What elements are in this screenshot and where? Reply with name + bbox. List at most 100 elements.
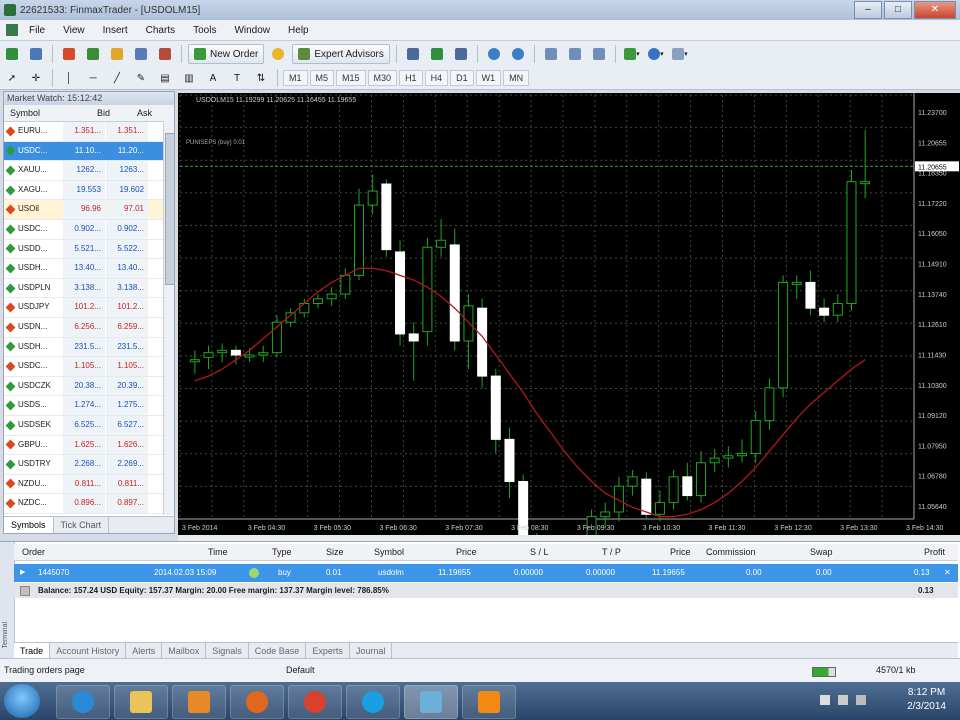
tab-alerts[interactable]: Alerts	[126, 643, 163, 659]
market-watch-row[interactable]: USDC... 1.105... 1.105...	[4, 357, 174, 377]
col-swap[interactable]: Swap	[810, 544, 833, 560]
tab-journal[interactable]: Journal	[350, 643, 393, 659]
timeframe-h1[interactable]: H1	[399, 70, 423, 86]
arrows-tool[interactable]: ⇅	[251, 68, 271, 88]
market-watch-row[interactable]: NZDC... 0.896... 0.897...	[4, 494, 174, 514]
taskbar-skype[interactable]	[346, 685, 400, 719]
clock[interactable]: 8:12 PM 2/3/2014	[907, 686, 946, 714]
maximize-button[interactable]: □	[884, 1, 912, 19]
label-tool[interactable]: T	[227, 68, 247, 88]
chart-shift-button[interactable]	[565, 44, 585, 64]
profiles-button[interactable]	[26, 44, 46, 64]
market-watch-row[interactable]: USDC... 0.902... 0.902...	[4, 219, 174, 240]
chart-canvas[interactable]: 11.2370011.2065511.1835011.1722011.16050…	[178, 93, 960, 535]
menu-tools[interactable]: Tools	[184, 25, 225, 36]
order-row[interactable]: ▶ 1445070 2014.02.03 15:09 buy 0.01 usdo…	[14, 564, 958, 582]
market-watch-row[interactable]: USDTRY 2.268... 2.269...	[4, 455, 174, 475]
minimize-button[interactable]: –	[854, 1, 882, 19]
market-watch-row[interactable]: USDSEK 6.525... 6.527...	[4, 415, 174, 436]
timeframe-d1[interactable]: D1	[450, 70, 474, 86]
tab-mailbox[interactable]: Mailbox	[162, 643, 207, 659]
zoom-in-button[interactable]	[484, 44, 504, 64]
market-watch-row[interactable]: EURU... 1.351... 1.351...	[4, 122, 174, 142]
col-profit[interactable]: Profit	[924, 544, 945, 560]
channel-tool[interactable]: ▤	[155, 68, 175, 88]
vertical-line-tool[interactable]: │	[59, 68, 79, 88]
taskbar-media[interactable]	[172, 685, 226, 719]
scrollbar-thumb[interactable]	[165, 133, 175, 285]
market-watch-row[interactable]: XAUU... 1262... 1263...	[4, 161, 174, 181]
tab-code-base[interactable]: Code Base	[249, 643, 307, 659]
col-price2[interactable]: Price	[670, 544, 691, 560]
tab-experts[interactable]: Experts	[306, 643, 350, 659]
market-watch-row[interactable]: USDD... 5.521... 5.522...	[4, 239, 174, 260]
horizontal-line-tool[interactable]: ─	[83, 68, 103, 88]
indicators-button[interactable]: ▾	[622, 44, 642, 64]
expert-advisors-button[interactable]: Expert Advisors	[292, 44, 390, 64]
tile-windows-button[interactable]	[541, 44, 561, 64]
meta-editor-button[interactable]	[268, 44, 288, 64]
tray-network-icon[interactable]	[838, 695, 848, 705]
taskbar-chrome[interactable]	[288, 685, 342, 719]
start-button[interactable]	[4, 684, 40, 718]
fibonacci-tool[interactable]: ▥	[179, 68, 199, 88]
market-watch-row[interactable]: NZDU... 0.811... 0.811...	[4, 474, 174, 495]
timeframe-w1[interactable]: W1	[475, 70, 502, 86]
col-price[interactable]: Price	[456, 544, 477, 560]
text-tool[interactable]: A	[203, 68, 223, 88]
tab-symbols[interactable]: Symbols	[4, 517, 54, 533]
col-time[interactable]: Time	[208, 544, 228, 560]
col-symbol[interactable]: Symbol	[374, 544, 404, 560]
crosshair-tool[interactable]: ✛	[26, 68, 46, 88]
price-chart[interactable]: 11.23700 11.20655 11.18350 11.17220 11.16050…	[178, 93, 960, 535]
bid-header[interactable]: Bid	[68, 105, 110, 121]
market-watch-button[interactable]	[59, 44, 79, 64]
auto-scroll-button[interactable]	[589, 44, 609, 64]
timeframe-m5[interactable]: M5	[309, 70, 335, 86]
terminal-side-handle[interactable]: Terminal	[0, 542, 15, 659]
menu-insert[interactable]: Insert	[94, 25, 137, 36]
market-watch-row[interactable]: USDPLN 3.138... 3.138...	[4, 278, 174, 299]
market-watch-row[interactable]: USDC... 11.10... 11.20...	[4, 141, 174, 162]
close-order-icon[interactable]: ✕	[944, 564, 951, 582]
navigator-button[interactable]	[107, 44, 127, 64]
periods-button[interactable]: ▾	[646, 44, 666, 64]
taskbar-firefox[interactable]	[230, 685, 284, 719]
market-watch-row[interactable]: USDCZK 20.38... 20.39...	[4, 376, 174, 397]
market-watch-row[interactable]: USDH... 13.40... 13.40...	[4, 259, 174, 279]
symbol-header[interactable]: Symbol	[4, 105, 68, 121]
line-chart-button[interactable]	[451, 44, 471, 64]
market-watch-row[interactable]: USDN... 6.256... 6.259...	[4, 317, 174, 338]
menu-charts[interactable]: Charts	[137, 25, 184, 36]
new-order-button[interactable]: New Order	[188, 44, 265, 64]
timeframe-m15[interactable]: M15	[336, 70, 366, 86]
terminal-button[interactable]	[131, 44, 151, 64]
timeframe-mn[interactable]: MN	[503, 70, 530, 86]
menu-help[interactable]: Help	[279, 25, 318, 36]
ask-header[interactable]: Ask	[110, 105, 152, 121]
tray-flag-icon[interactable]	[820, 695, 830, 705]
templates-button[interactable]: ▾	[670, 44, 690, 64]
market-watch-row[interactable]: USDJPY 101.2... 101.2...	[4, 298, 174, 318]
taskbar-ie[interactable]	[56, 685, 110, 719]
market-watch-row[interactable]: USDH... 231.5... 231.5...	[4, 337, 174, 358]
col-order[interactable]: Order	[22, 544, 45, 560]
col-commission[interactable]: Commission	[706, 544, 756, 560]
timeframe-m1[interactable]: M1	[283, 70, 308, 86]
cursor-tool[interactable]: ➚	[2, 68, 22, 88]
taskbar-explorer[interactable]	[114, 685, 168, 719]
market-watch-scrollbar[interactable]	[163, 121, 175, 515]
data-window-button[interactable]	[83, 44, 103, 64]
tray-volume-icon[interactable]	[856, 695, 866, 705]
timeframe-h4[interactable]: H4	[424, 70, 449, 86]
col-type[interactable]: Type	[272, 544, 292, 560]
col-tp[interactable]: T / P	[602, 544, 621, 560]
tester-button[interactable]	[155, 44, 175, 64]
market-watch-row[interactable]: XAGU... 19.553 19.602	[4, 180, 174, 201]
tab-trade[interactable]: Trade	[14, 643, 51, 659]
market-watch-row[interactable]: GBPU... 1.625... 1.626...	[4, 435, 174, 456]
trendline-tool[interactable]: ╱	[107, 68, 127, 88]
menu-view[interactable]: View	[54, 25, 94, 36]
tab-tick-chart[interactable]: Tick Chart	[54, 517, 110, 533]
pen-tool[interactable]: ✎	[131, 68, 151, 88]
